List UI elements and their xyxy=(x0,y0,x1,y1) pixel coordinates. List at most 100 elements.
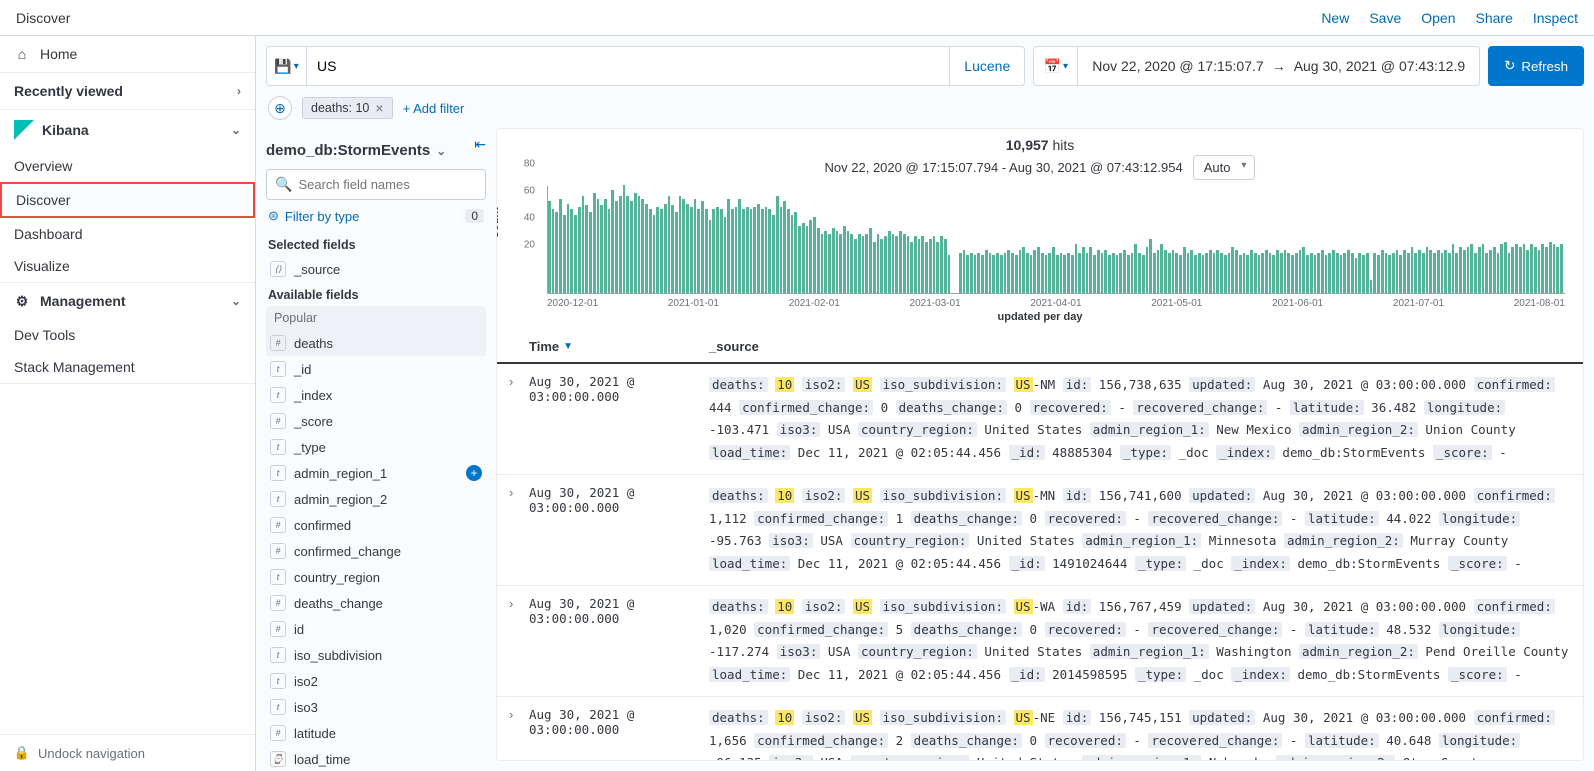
chart-bar[interactable] xyxy=(817,228,820,293)
chart-bar[interactable] xyxy=(727,199,730,294)
chart-bar[interactable] xyxy=(1011,253,1014,294)
chart-bar[interactable] xyxy=(1523,244,1526,293)
chart-bar[interactable] xyxy=(1194,255,1197,293)
chart-bar[interactable] xyxy=(1224,255,1227,293)
nav-item-stack-management[interactable]: Stack Management xyxy=(0,351,255,383)
chart-bar[interactable] xyxy=(630,201,633,293)
field-_id[interactable]: t_id+ xyxy=(266,356,486,382)
chart-bar[interactable] xyxy=(589,212,592,293)
chart-bar[interactable] xyxy=(1366,253,1369,294)
chart-bar[interactable] xyxy=(1332,250,1335,293)
chart-bar[interactable] xyxy=(757,204,760,293)
chart-bar[interactable] xyxy=(1310,253,1313,294)
chart-bar[interactable] xyxy=(1433,253,1436,294)
chart-bar[interactable] xyxy=(850,234,853,293)
chart-bar[interactable] xyxy=(828,234,831,293)
chart-bar[interactable] xyxy=(1444,250,1447,293)
chart-bar[interactable] xyxy=(1467,247,1470,293)
chart-bar[interactable] xyxy=(1246,255,1249,293)
chart-bar[interactable] xyxy=(1093,255,1096,293)
chart-bar[interactable] xyxy=(791,215,794,293)
chart-bar[interactable] xyxy=(1164,250,1167,293)
chart-bar[interactable] xyxy=(1407,253,1410,294)
chart-bar[interactable] xyxy=(1343,253,1346,294)
chart-bar[interactable] xyxy=(1078,253,1081,294)
chart-bar[interactable] xyxy=(656,207,659,293)
chart-bar[interactable] xyxy=(936,242,939,293)
chart-bar[interactable] xyxy=(899,231,902,293)
chart-bar[interactable] xyxy=(1399,255,1402,293)
chart-bar[interactable] xyxy=(1112,253,1115,294)
chart-bar[interactable] xyxy=(1306,255,1309,293)
chart-bar[interactable] xyxy=(1362,255,1365,293)
topbar-link-new[interactable]: New xyxy=(1321,10,1349,26)
field-_type[interactable]: t_type+ xyxy=(266,434,486,460)
chart-bar[interactable] xyxy=(1325,255,1328,293)
query-language-toggle[interactable]: Lucene xyxy=(949,47,1024,85)
chart-bar[interactable] xyxy=(1142,255,1145,293)
chart-bar[interactable] xyxy=(664,204,667,293)
chart-bar[interactable] xyxy=(1302,247,1305,293)
chart-bar[interactable] xyxy=(645,204,648,293)
chart-bar[interactable] xyxy=(720,209,723,293)
chart-bar[interactable] xyxy=(548,201,551,293)
chart-bar[interactable] xyxy=(865,234,868,293)
chart-bar[interactable] xyxy=(615,201,618,293)
chart-bar[interactable] xyxy=(1556,247,1559,293)
chart-bar[interactable] xyxy=(570,209,573,293)
chart-bar[interactable] xyxy=(1019,250,1022,293)
chart-bar[interactable] xyxy=(1172,250,1175,293)
chart-bar[interactable] xyxy=(1455,253,1458,294)
chart-bar[interactable] xyxy=(1336,253,1339,294)
chart-bar[interactable] xyxy=(668,196,671,293)
chart-bar[interactable] xyxy=(1358,253,1361,294)
chart-bar[interactable] xyxy=(869,228,872,293)
chart-bar[interactable] xyxy=(1284,250,1287,293)
chart-bar[interactable] xyxy=(1328,253,1331,294)
chart-bar[interactable] xyxy=(985,250,988,293)
chart-bar[interactable] xyxy=(1392,253,1395,294)
topbar-link-open[interactable]: Open xyxy=(1421,10,1455,26)
chart-bar[interactable] xyxy=(1190,250,1193,293)
chart-bar[interactable] xyxy=(1231,247,1234,293)
nav-item-dashboard[interactable]: Dashboard xyxy=(0,218,255,250)
chart-bar[interactable] xyxy=(641,199,644,294)
chart-bar[interactable] xyxy=(929,239,932,293)
chart-bar[interactable] xyxy=(1261,253,1264,294)
chart-bar[interactable] xyxy=(1123,250,1126,293)
chart-bar[interactable] xyxy=(1030,255,1033,293)
chart-bar[interactable] xyxy=(1429,250,1432,293)
chart-bar[interactable] xyxy=(1493,247,1496,293)
chart-bar[interactable] xyxy=(1004,253,1007,294)
chart-bar[interactable] xyxy=(604,199,607,294)
field-iso_subdivision[interactable]: tiso_subdivision+ xyxy=(266,642,486,668)
chart-bar[interactable] xyxy=(682,199,685,294)
chart-bar[interactable] xyxy=(705,209,708,293)
field-_source[interactable]: ⟨⟩_source+ xyxy=(266,256,486,282)
chart-bar[interactable] xyxy=(626,196,629,293)
query-input[interactable] xyxy=(307,58,949,74)
chart-bar[interactable] xyxy=(1026,253,1029,294)
chart-bar[interactable] xyxy=(1370,280,1373,294)
field-confirmed[interactable]: #confirmed+ xyxy=(266,512,486,538)
chart-bar[interactable] xyxy=(1168,253,1171,294)
chart-bar[interactable] xyxy=(709,220,712,293)
field-search-input[interactable] xyxy=(298,177,477,192)
nav-item-visualize[interactable]: Visualize xyxy=(0,250,255,282)
chart-bar[interactable] xyxy=(1037,247,1040,293)
nav-recently-viewed[interactable]: Recently viewed › xyxy=(0,73,255,109)
chart-bar[interactable] xyxy=(701,201,704,293)
chart-bar[interactable] xyxy=(1489,250,1492,293)
chart-bar[interactable] xyxy=(1549,242,1552,293)
chart-bar[interactable] xyxy=(653,215,656,293)
chart-bar[interactable] xyxy=(712,209,715,293)
chart-bar[interactable] xyxy=(694,199,697,294)
expand-row-icon[interactable]: › xyxy=(509,707,529,722)
chart-bar[interactable] xyxy=(1295,253,1298,294)
chart-bar[interactable] xyxy=(1280,253,1283,294)
chart-bar[interactable] xyxy=(1452,244,1455,293)
chart-bar[interactable] xyxy=(559,199,562,294)
chart-bar[interactable] xyxy=(574,215,577,293)
chart-bar[interactable] xyxy=(1500,244,1503,293)
chart-bar[interactable] xyxy=(690,207,693,293)
